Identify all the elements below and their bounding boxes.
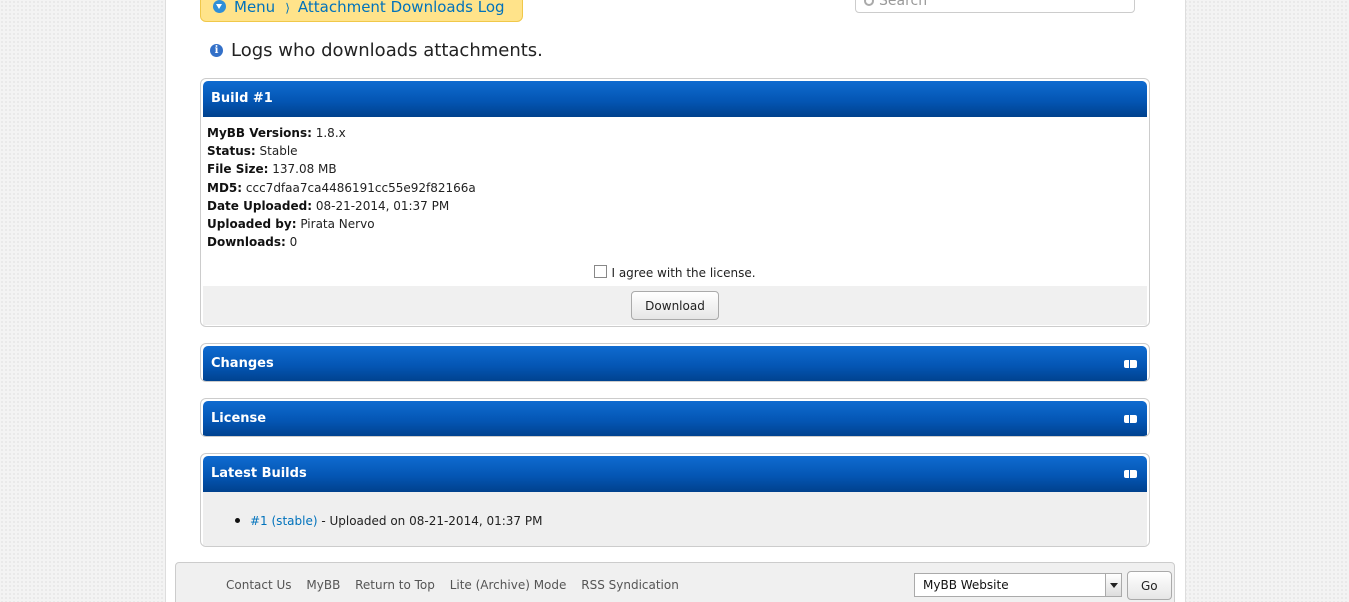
footer-link-top[interactable]: Return to Top <box>355 578 435 592</box>
page-description: i Logs who downloads attachments. <box>210 40 543 61</box>
build-field-label: Status: <box>207 144 256 159</box>
expand-icon[interactable] <box>1124 415 1137 423</box>
download-bar: Download <box>203 286 1147 326</box>
breadcrumb-menu-link[interactable]: Menu <box>234 0 275 16</box>
build-field-label: Downloads: <box>207 235 286 250</box>
changes-panel-title: Changes <box>211 356 274 371</box>
footer-link-contact[interactable]: Contact Us <box>226 578 292 592</box>
list-item: #1 (stable) - Uploaded on 08-21-2014, 01… <box>235 514 1147 528</box>
license-panel-title: License <box>211 411 267 426</box>
build-link[interactable]: #1 (stable) <box>250 514 318 528</box>
build-field-value: 08-21-2014, 01:37 PM <box>315 198 450 213</box>
theme-select-value: MyBB Website <box>923 578 1009 592</box>
build-field-label: MD5: <box>207 180 243 195</box>
changes-panel-header[interactable]: Changes <box>203 346 1147 381</box>
search-input[interactable]: Search <box>855 0 1135 13</box>
footer-link-rss[interactable]: RSS Syndication <box>581 578 679 592</box>
go-button[interactable]: Go <box>1127 571 1172 600</box>
license-agree-row: I agree with the license. <box>201 265 1149 280</box>
breadcrumb-current-link[interactable]: Attachment Downloads Log <box>298 0 505 16</box>
license-panel: License <box>200 398 1150 437</box>
footer-link-mybb[interactable]: MyBB <box>306 578 340 592</box>
build-field-value: 0 <box>289 235 298 250</box>
build-field-value: 1.8.x <box>315 126 346 140</box>
build-field-row: Status: Stable <box>207 142 1143 160</box>
build-field-row: Date Uploaded: 08-21-2014, 01:37 PM <box>207 197 1143 215</box>
build-field-label: MyBB Versions: <box>207 126 312 140</box>
agree-checkbox[interactable] <box>594 265 608 279</box>
bullet-icon <box>235 518 240 523</box>
latest-builds-title: Latest Builds <box>211 466 307 481</box>
agree-label[interactable]: I agree with the license. <box>611 266 755 280</box>
build-field-label: File Size: <box>207 162 269 177</box>
download-button[interactable]: Download <box>631 291 719 321</box>
build-panel-header: Build #1 <box>203 81 1147 117</box>
menu-down-icon[interactable] <box>213 0 226 13</box>
footer: Contact Us MyBB Return to Top Lite (Arch… <box>175 562 1175 602</box>
info-icon: i <box>210 44 223 57</box>
collapse-icon[interactable] <box>1124 470 1137 478</box>
build-field-row: Uploaded by: Pirata Nervo <box>207 215 1143 233</box>
build-panel-title: Build #1 <box>211 91 273 106</box>
intro-text: Logs who downloads attachments. <box>231 40 543 61</box>
build-field-row: MD5: ccc7dfaa7ca4486191cc55e92f82166a <box>207 179 1143 197</box>
build-field-value: Pirata Nervo <box>300 217 375 232</box>
build-field-value: ccc7dfaa7ca4486191cc55e92f82166a <box>245 180 476 195</box>
build-field-row: Downloads: 0 <box>207 233 1143 251</box>
search-placeholder: Search <box>879 0 928 9</box>
footer-links: Contact Us MyBB Return to Top Lite (Arch… <box>226 578 690 592</box>
expand-icon[interactable] <box>1124 360 1137 368</box>
latest-builds-list: #1 (stable) - Uploaded on 08-21-2014, 01… <box>203 492 1147 546</box>
build-panel: Build #1 MyBB Versions: 1.8.x Status: Sta… <box>200 78 1150 327</box>
breadcrumb: Menu ⟩ Attachment Downloads Log <box>200 0 523 22</box>
theme-select[interactable]: MyBB Website <box>914 573 1122 597</box>
build-field-value: Stable <box>259 144 298 159</box>
build-field-label: Uploaded by: <box>207 217 297 232</box>
license-panel-header[interactable]: License <box>203 401 1147 436</box>
build-details: MyBB Versions: 1.8.x Status: Stable File S… <box>201 117 1149 251</box>
changes-panel: Changes <box>200 343 1150 382</box>
latest-builds-panel: Latest Builds #1 (stable) - Uploaded on … <box>200 453 1150 547</box>
breadcrumb-separator: ⟩ <box>285 1 290 15</box>
search-icon <box>864 0 874 6</box>
latest-builds-header[interactable]: Latest Builds <box>203 456 1147 492</box>
build-field-label: Date Uploaded: <box>207 198 313 213</box>
build-upload-text: - Uploaded on 08-21-2014, 01:37 PM <box>317 514 543 528</box>
footer-link-lite[interactable]: Lite (Archive) Mode <box>450 578 567 592</box>
dropdown-arrow-icon[interactable] <box>1105 574 1121 596</box>
build-field-value: 137.08 MB <box>272 162 337 177</box>
build-field-row: File Size: 137.08 MB <box>207 160 1143 178</box>
build-field-row: MyBB Versions: 1.8.x <box>207 124 1143 142</box>
